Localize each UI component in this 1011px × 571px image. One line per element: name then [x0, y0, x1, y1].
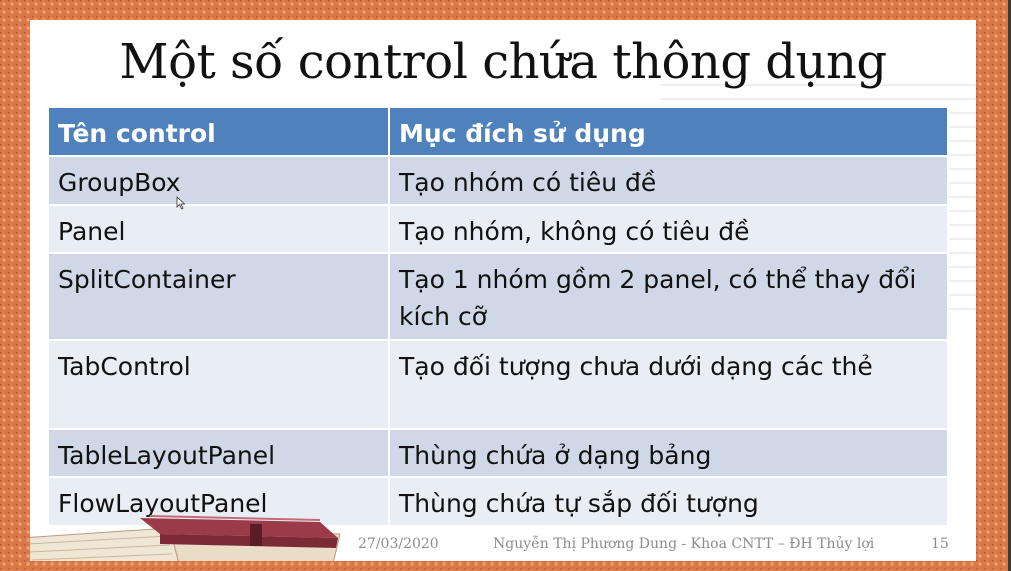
cell-control-name: TabControl: [47, 339, 390, 430]
table-row: TableLayoutPanel Thùng chứa ở dạng bảng: [47, 428, 949, 478]
cell-control-name: TableLayoutPanel: [47, 428, 390, 478]
cell-control-name: GroupBox: [47, 155, 390, 206]
cell-control-name: SplitContainer: [47, 252, 390, 341]
cell-purpose: Thùng chứa tự sắp đối tượng: [388, 476, 949, 527]
table-header-row: Tên control Mục đích sử dụng: [47, 106, 949, 157]
cell-purpose: Tạo 1 nhóm gồm 2 panel, có thể thay đổi …: [388, 252, 949, 341]
footer-date: 27/03/2020: [358, 536, 439, 552]
cell-purpose: Thùng chứa ở dạng bảng: [388, 428, 949, 478]
cell-purpose: Tạo đối tượng chưa dưới dạng các thẻ: [388, 339, 949, 430]
footer-author: Nguyễn Thị Phương Dung - Khoa CNTT – ĐH …: [493, 536, 875, 552]
slide-canvas: Một số control chứa thông dụng Tên contr…: [30, 20, 976, 561]
table-row: SplitContainer Tạo 1 nhóm gồm 2 panel, c…: [47, 252, 949, 341]
table-row: TabControl Tạo đối tượng chưa dưới dạng …: [47, 339, 949, 430]
cell-control-name: Panel: [47, 204, 390, 254]
cell-purpose: Tạo nhóm, không có tiêu đề: [388, 204, 949, 254]
cell-purpose: Tạo nhóm có tiêu đề: [388, 155, 949, 206]
table-row: Panel Tạo nhóm, không có tiêu đề: [47, 204, 949, 254]
controls-table: Tên control Mục đích sử dụng GroupBox Tạ…: [47, 106, 949, 527]
book-illustration: [30, 515, 341, 561]
slide-title: Một số control chứa thông dụng: [119, 34, 887, 90]
header-purpose: Mục đích sử dụng: [388, 106, 949, 157]
footer-page-number: 15: [931, 536, 949, 552]
mouse-cursor-icon: [176, 196, 186, 210]
slide-frame-border: Một số control chứa thông dụng Tên contr…: [0, 0, 1008, 571]
header-control-name: Tên control: [47, 106, 390, 157]
